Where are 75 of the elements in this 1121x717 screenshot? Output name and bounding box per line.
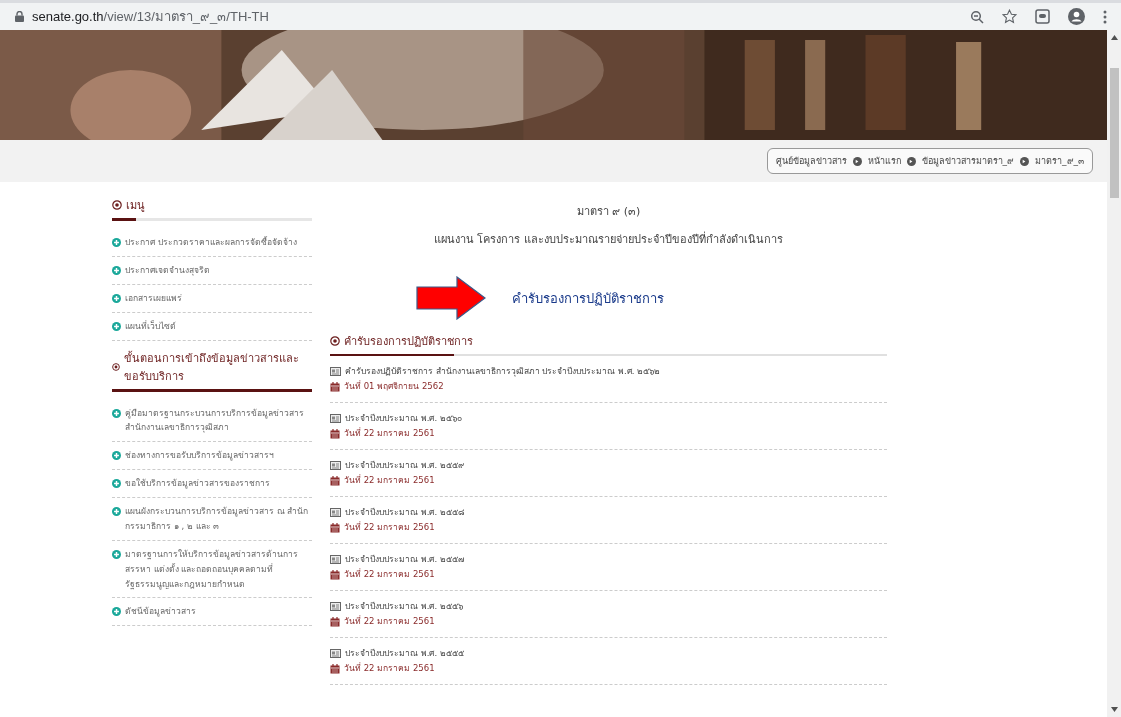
scroll-down-icon[interactable] [1110, 707, 1118, 712]
menu-link[interactable]: แผนที่เว็บไซต์ [125, 318, 176, 334]
plus-circle-icon [112, 507, 121, 516]
calendar-icon [330, 616, 340, 627]
calendar-icon [330, 569, 340, 580]
document-title[interactable]: ประจำปีงบประมาณ พ.ศ. ๒๕๕๕ [345, 646, 464, 661]
document-date: วันที่ 22 มกราคม 2561 [344, 426, 435, 440]
document-title[interactable]: ประจำปีงบประมาณ พ.ศ. ๒๕๕๘ [345, 505, 465, 520]
scroll-thumb[interactable] [1109, 68, 1119, 198]
document-title[interactable]: คำรับรองปฏิบัติราชการ สำนักงานเลขาธิการวุฒิสภา ประจำปีงบประมาณ พ.ศ. ๒๕๖๒ [345, 364, 661, 379]
menu-link[interactable]: ขอใช้บริการข้อมูลข่าวสารของราชการ [125, 476, 270, 491]
section-title: เมนู [126, 198, 145, 214]
plus-circle-icon [112, 451, 121, 461]
breadcrumb-link[interactable]: หน้าแรก [867, 154, 901, 168]
document-icon [330, 555, 341, 564]
extension-icon[interactable] [1035, 9, 1050, 24]
star-icon[interactable] [1002, 9, 1017, 24]
menu-link[interactable]: เอกสารเผยแพร่ [125, 290, 182, 306]
arrow-circle-icon [852, 156, 862, 166]
menu-link[interactable]: ประกาศ ประกวดราคาและผลการจัดซื้อจัดจ้าง [125, 235, 297, 250]
document-date: วันที่ 22 มกราคม 2561 [344, 520, 435, 534]
plus-circle-icon [112, 238, 121, 247]
calendar-icon [330, 428, 340, 439]
section-title: ขั้นตอนการเข้าถึงข้อมูลข่าวสารและขอรับบริการ [124, 350, 300, 385]
page-heading: มาตรา ๙ (๓) [575, 204, 642, 220]
arrow-circle-icon [1020, 156, 1029, 166]
arrow-icon [416, 276, 486, 320]
menu-link[interactable]: คู่มือมาตรฐานกระบวนการบริการข้อมูลข่าวสาร สำนักงานเลขาธิการวุฒิสภา [125, 405, 312, 436]
lock-icon [15, 11, 24, 22]
calendar-icon [330, 381, 340, 392]
plus-circle-icon [112, 293, 121, 303]
page-subtitle: แผนงาน โครงการ และงบประมาณรายจ่ายประจำปีของปีที่กำลังดำเนินการ [433, 230, 784, 248]
target-icon [330, 336, 340, 346]
menu-icon[interactable] [1103, 9, 1107, 24]
url-text[interactable]: senate.go.th/view/13/มาตรา_๙_๓/TH-TH [32, 6, 269, 27]
document-date: วันที่ 22 มกราคม 2561 [344, 567, 435, 581]
menu-link[interactable]: ประกาศเจตจำนงสุจริต [125, 262, 210, 278]
breadcrumb-link[interactable]: มาตรา_๙_๓ [1035, 154, 1084, 168]
document-date: วันที่ 22 มกราคม 2561 [344, 473, 435, 487]
plus-circle-icon [112, 549, 121, 559]
calendar-icon [330, 663, 340, 674]
document-icon [330, 649, 341, 658]
scroll-up-icon[interactable] [1110, 35, 1118, 40]
profile-icon[interactable] [1068, 8, 1085, 25]
plus-circle-icon [112, 479, 121, 489]
document-icon [330, 367, 341, 376]
breadcrumb-link[interactable]: ศูนย์ข้อมูลข่าวสาร [775, 154, 847, 168]
menu-link[interactable]: แผนผังกระบวนการบริการข้อมูลข่าวสาร ณ สำนักกรรมาธิการ ๑ , ๒ และ ๓ [125, 504, 312, 534]
calendar-icon [330, 475, 340, 486]
document-title[interactable]: ประจำปีงบประมาณ พ.ศ. ๒๕๕๖ [345, 599, 463, 614]
document-icon [330, 602, 341, 611]
document-title[interactable]: ประจำปีงบประมาณ พ.ศ. ๒๕๕๙ [345, 458, 464, 473]
plus-circle-icon [112, 607, 121, 617]
arrow-circle-icon [906, 156, 916, 166]
document-date: วันที่ 22 มกราคม 2561 [344, 661, 435, 675]
menu-link[interactable]: ช่องทางการขอรับบริการข้อมูลข่าวสารฯ [125, 448, 274, 464]
target-icon [112, 361, 120, 372]
zoom-icon[interactable] [970, 9, 984, 24]
document-icon [330, 508, 341, 517]
section-title: คำรับรองการปฏิบัติราชการ [344, 334, 473, 350]
document-date: วันที่ 22 มกราคม 2561 [344, 614, 435, 628]
menu-link[interactable]: ดัชนีข้อมูลข่าวสาร [125, 604, 196, 620]
plus-circle-icon [112, 265, 121, 275]
document-icon [330, 461, 341, 470]
document-date: วันที่ 01 พฤศจิกายน 2562 [344, 379, 444, 393]
document-title[interactable]: ประจำปีงบประมาณ พ.ศ. ๒๕๕๗ [345, 552, 464, 567]
plus-circle-icon [112, 321, 121, 331]
plus-circle-icon [112, 408, 121, 418]
breadcrumb-link[interactable]: ข้อมูลข่าวสารมาตรา_๙ [921, 154, 1014, 168]
calendar-icon [330, 522, 340, 533]
document-link[interactable]: คำรับรองการปฏิบัติราชการ [512, 287, 664, 309]
target-icon [112, 200, 122, 210]
document-title[interactable]: ประจำปีงบประมาณ พ.ศ. ๒๕๖๐ [345, 411, 462, 426]
menu-link[interactable]: มาตรฐานการให้บริการข้อมูลข่าวสารด้านการสรรหา แต่งตั้ง และถอดถอนบุคคลตามที่รัฐธรรมนูญและกฎหมายกำหนด [125, 546, 312, 592]
document-icon [330, 414, 341, 423]
